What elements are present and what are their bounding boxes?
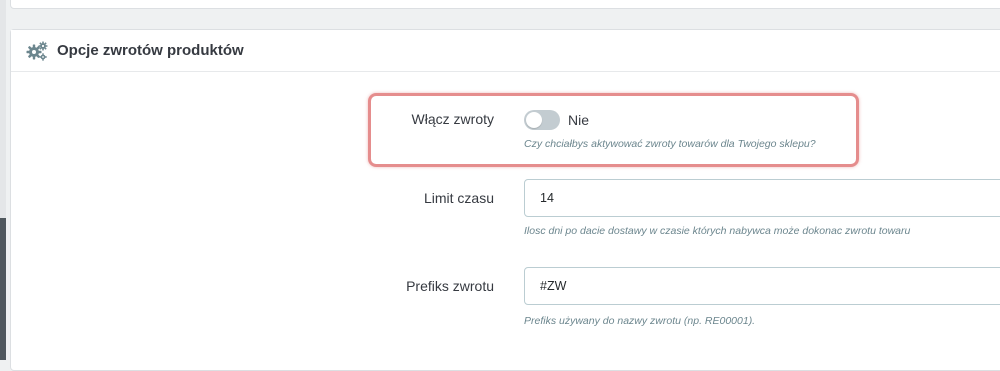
- returns-options-panel: Opcje zwrotów produktów Włącz zwroty Nie…: [10, 29, 1000, 371]
- panel-title: Opcje zwrotów produktów: [57, 42, 244, 59]
- left-sidebar-dark-edge: [0, 218, 6, 360]
- gears-icon: [26, 41, 48, 61]
- time-limit-input[interactable]: [524, 179, 1000, 217]
- return-prefix-help: Prefiks używany do nazwy zwrotu (np. RE0…: [524, 315, 756, 327]
- time-limit-label: Limit czasu: [423, 190, 494, 206]
- return-prefix-label: Prefiks zwrotu: [406, 278, 494, 294]
- previous-panel: [10, 0, 1000, 9]
- highlight-annotation: [368, 93, 859, 167]
- panel-heading: Opcje zwrotów produktów: [11, 30, 1000, 72]
- time-limit-help: Ilosc dni po dacie dostawy w czasie któr…: [524, 225, 911, 237]
- return-prefix-input[interactable]: [524, 267, 1000, 305]
